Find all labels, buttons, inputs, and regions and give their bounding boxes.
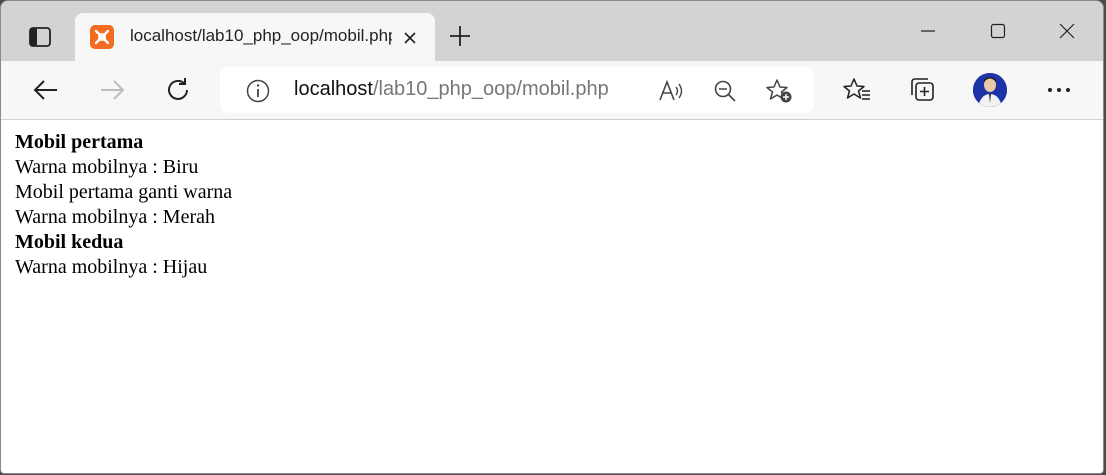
bold-text: Mobil pertama [15,131,144,153]
maximize-icon [990,23,1006,39]
add-favorite-button[interactable] [765,78,793,104]
url-path: /lab10_php_oop/mobil.php [372,78,609,100]
info-icon [246,79,270,103]
more-dots-icon [1048,88,1070,92]
zoom-out-icon [714,80,736,102]
url-host: localhost [294,78,373,100]
collections-icon [911,78,934,101]
close-window-button[interactable] [1044,15,1090,47]
site-info-button[interactable] [246,79,270,103]
maximize-button[interactable] [975,15,1021,47]
zoom-out-button[interactable] [711,78,739,104]
heading-mobil-kedua: Mobil kedua [15,230,232,255]
text-line: Mobil pertama ganti warna [15,181,233,203]
refresh-button[interactable] [160,73,196,107]
favorites-icon [843,78,870,100]
settings-more-button[interactable] [1041,73,1077,107]
minimize-button[interactable] [905,15,951,47]
xampp-icon [90,25,114,49]
plus-icon [450,26,470,46]
collections-button[interactable] [905,73,941,107]
back-button[interactable] [28,73,64,107]
tab-title: localhost/lab10_php_oop/mobil.php [130,26,392,45]
title-bar: localhost/lab10_php_oop/mobil.php [1,1,1103,61]
heading-mobil-pertama: Mobil pertama [15,130,232,155]
tab-close-button[interactable] [397,27,423,49]
tab-actions-icon [29,27,51,47]
forward-arrow-icon [101,80,125,100]
minimize-icon [921,30,935,32]
close-icon [1059,23,1075,39]
new-tab-button[interactable] [445,21,475,51]
forward-button[interactable] [94,73,130,107]
url-text: localhost/lab10_php_oop/mobil.php [294,78,609,101]
bold-text: Mobil kedua [15,231,124,253]
tab-actions-button[interactable] [15,15,65,59]
read-aloud-button[interactable] [657,78,685,104]
favorites-button[interactable] [839,73,875,107]
browser-window: localhost/lab10_php_oop/mobil.php localh… [0,0,1104,474]
browser-tab[interactable]: localhost/lab10_php_oop/mobil.php [75,13,435,61]
back-arrow-icon [33,80,57,100]
close-icon [404,32,416,44]
text-line: Warna mobilnya : Merah [15,206,215,228]
avatar-icon [973,73,1007,107]
read-aloud-icon [659,79,683,101]
address-bar[interactable]: localhost/lab10_php_oop/mobil.php [220,67,814,113]
refresh-icon [168,78,188,100]
profile-avatar[interactable] [973,73,1007,107]
navigation-toolbar: localhost/lab10_php_oop/mobil.php [1,61,1103,120]
star-add-icon [766,79,792,103]
page-content: Mobil pertama Warna mobilnya : Biru Mobi… [15,130,232,280]
text-line: Warna mobilnya : Hijau [15,256,208,278]
text-line: Warna mobilnya : Biru [15,156,199,178]
